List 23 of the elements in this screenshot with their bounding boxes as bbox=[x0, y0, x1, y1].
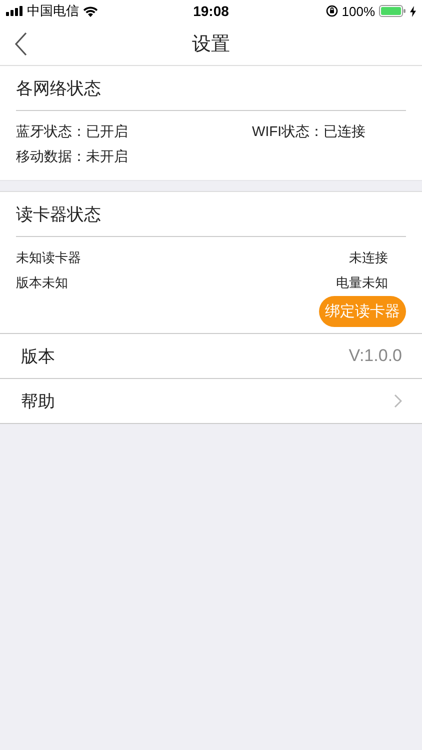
battery-percent: 100% bbox=[342, 4, 375, 18]
status-text: WIFI状态：已连接 bbox=[252, 123, 367, 141]
charging-icon bbox=[410, 6, 416, 16]
status-text: 移动数据：未开启 bbox=[16, 148, 129, 166]
battery-status: 电量未知 bbox=[336, 274, 389, 292]
status-text: 蓝牙状态：已开启 bbox=[16, 123, 129, 141]
row-value: V:1.0.0 bbox=[348, 346, 402, 366]
section-title: 各网络状态 bbox=[16, 66, 406, 111]
rotation-lock-icon bbox=[326, 5, 338, 17]
battery-icon bbox=[379, 5, 406, 17]
chevron-icon bbox=[394, 394, 402, 408]
page-title: 设置 bbox=[192, 32, 230, 56]
settings-row[interactable]: 帮助 bbox=[0, 379, 422, 424]
carrier-name: 中国电信 bbox=[27, 2, 79, 20]
row-label: 帮助 bbox=[21, 390, 55, 412]
reader-name: 未知读卡器 bbox=[16, 249, 82, 267]
connection-status: 未连接 bbox=[348, 249, 389, 267]
reader-version: 版本未知 bbox=[16, 274, 69, 292]
signal-icon bbox=[6, 6, 23, 16]
wifi-icon bbox=[83, 6, 98, 16]
row-label: 版本 bbox=[21, 346, 55, 368]
clock-time: 19:08 bbox=[193, 3, 229, 19]
section-title: 读卡器状态 bbox=[16, 192, 406, 237]
